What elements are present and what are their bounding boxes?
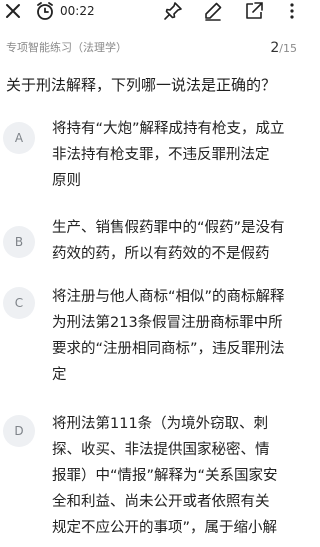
option-d[interactable]: D 将刑法第111条（为境外窃取、刺 探、收买、非法提供国家秘密、情 报罪）中“…	[0, 411, 301, 547]
option-line: 要求的“注册相同商标”，违反罪刑法	[52, 341, 285, 357]
option-line: 将注册与他人商标“相似”的商标解释	[52, 289, 285, 305]
top-toolbar: 00:22	[0, 0, 301, 24]
option-a[interactable]: A 将持有“大炮”解释成持有枪支，成立 非法持有枪支罪，不违反罪刑法定 原则	[0, 116, 301, 206]
page-total: /15	[279, 42, 297, 55]
more-icon[interactable]	[283, 2, 301, 20]
edit-icon[interactable]	[203, 1, 223, 21]
option-line: 生产、销售假药罪中的“假药”是没有	[52, 220, 285, 236]
page-indicator: 2/15	[270, 38, 297, 58]
option-line: 非法持有枪支罪，不违反罪刑法定	[52, 147, 270, 163]
practice-header: 专项智能练习（法理学） 2/15	[0, 38, 301, 58]
option-line: 探、收买、非法提供国家秘密、情	[52, 442, 270, 458]
option-line: 将刑法第111条（为境外窃取、刺	[52, 416, 269, 432]
page-current: 2	[270, 40, 280, 56]
option-line: 将持有“大炮”解释成持有枪支，成立	[52, 121, 285, 137]
option-line: 全和利益、尚未公开或者依照有关	[52, 494, 270, 510]
export-icon[interactable]	[244, 1, 264, 21]
option-text-a: 将持有“大炮”解释成持有枪支，成立 非法持有枪支罪，不违反罪刑法定 原则	[52, 116, 298, 194]
clock-icon	[37, 2, 53, 20]
option-line: 原则	[52, 173, 81, 189]
option-text-c: 将注册与他人商标“相似”的商标解释 为刑法第213条假冒注册商标罪中所 要求的“…	[52, 284, 298, 388]
option-text-b: 生产、销售假药罪中的“假药”是没有 药效的药，所以有药效的不是假药	[52, 215, 298, 267]
timer-display: 00:22	[60, 4, 95, 18]
option-line: 规定不应公开的事项”，属于缩小解	[52, 520, 278, 536]
option-line: 定	[52, 367, 67, 383]
breadcrumb: 专项智能练习（法理学）	[6, 41, 127, 54]
option-badge-c[interactable]: C	[3, 287, 35, 319]
option-badge-b[interactable]: B	[3, 226, 35, 258]
option-badge-d[interactable]: D	[3, 415, 35, 447]
pin-icon[interactable]	[163, 1, 183, 21]
option-line: 报罪）中“情报”解释为“关系国家安	[52, 468, 278, 484]
option-line: 为刑法第213条假冒注册商标罪中所	[52, 315, 283, 331]
question-text: 关于刑法解释，下列哪一说法是正确的？	[6, 76, 277, 94]
option-line: 药效的药，所以有药效的不是假药	[52, 246, 270, 262]
close-icon[interactable]	[4, 2, 22, 20]
option-badge-a[interactable]: A	[3, 122, 35, 154]
option-b[interactable]: B 生产、销售假药罪中的“假药”是没有 药效的药，所以有药效的不是假药	[0, 215, 301, 275]
option-text-d: 将刑法第111条（为境外窃取、刺 探、收买、非法提供国家秘密、情 报罪）中“情报…	[52, 411, 298, 541]
option-c[interactable]: C 将注册与他人商标“相似”的商标解释 为刑法第213条假冒注册商标罪中所 要求…	[0, 284, 301, 396]
